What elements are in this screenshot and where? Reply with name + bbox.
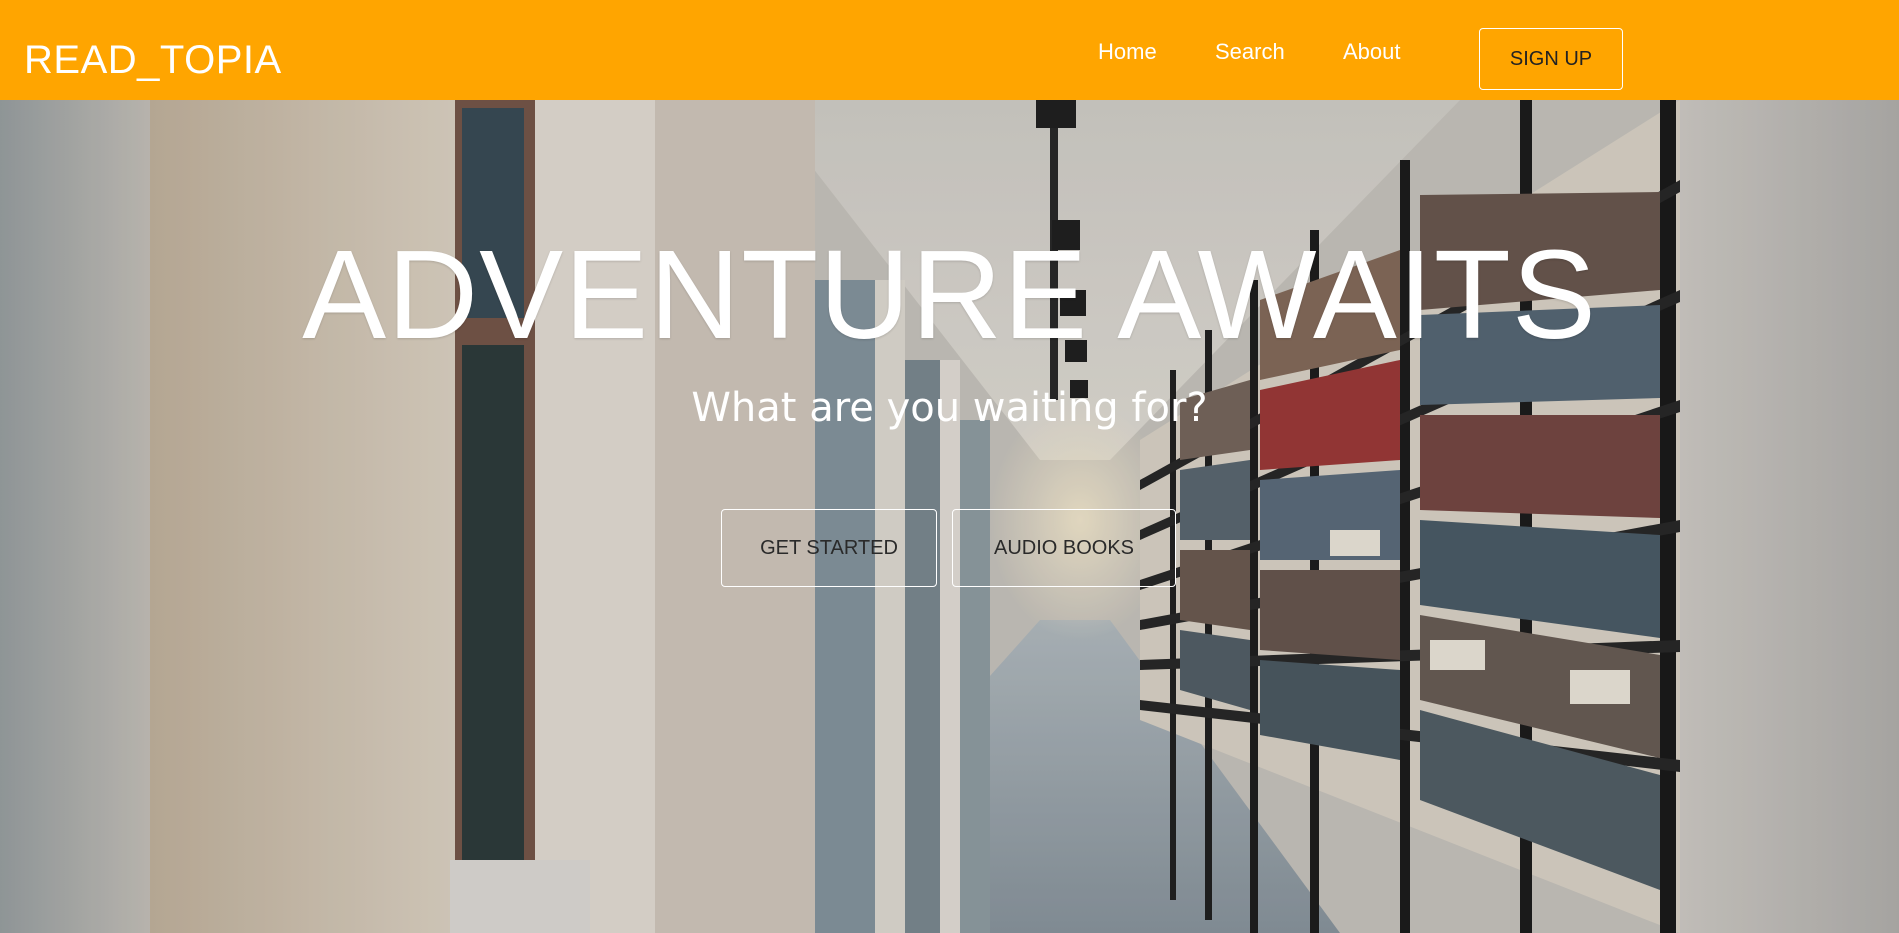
nav-home-link[interactable]: Home [1098, 38, 1157, 66]
brand-logo[interactable]: READ_TOPIA [24, 36, 282, 84]
nav-about-link[interactable]: About [1343, 38, 1401, 66]
page: READ_TOPIA Home Search About SIGN UP ADV… [0, 0, 1899, 933]
signup-button[interactable]: SIGN UP [1479, 28, 1623, 90]
navbar: READ_TOPIA Home Search About SIGN UP [0, 0, 1899, 100]
hero-headline: ADVENTURE AWAITS [302, 224, 1597, 365]
hero-subheadline: What are you waiting for? [691, 385, 1208, 431]
nav-search-link[interactable]: Search [1215, 38, 1285, 66]
get-started-button[interactable]: GET STARTED [721, 509, 937, 587]
audio-books-button[interactable]: AUDIO BOOKS [952, 509, 1176, 587]
